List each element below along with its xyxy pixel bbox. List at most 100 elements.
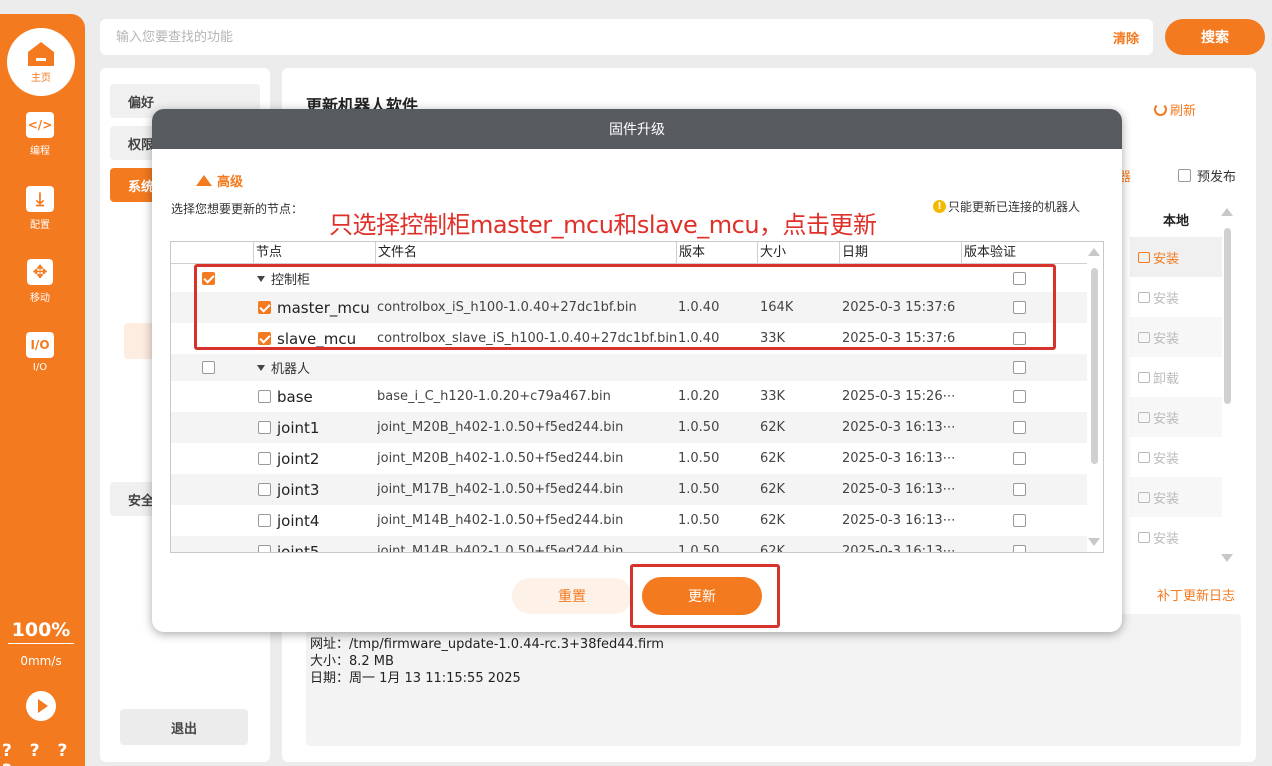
clear-button[interactable]: 清除	[1113, 28, 1139, 47]
local-action-button[interactable]: 安装	[1130, 517, 1222, 557]
firmware-info: 网址：/tmp/firmware_update-1.0.44-rc.3+38fe…	[306, 614, 1241, 746]
refresh-button[interactable]: 刷新	[1154, 100, 1196, 119]
column-verify: 版本验证	[961, 242, 1087, 264]
local-action-button[interactable]: 安装	[1130, 237, 1222, 277]
column-size: 大小	[757, 242, 839, 264]
file-name: joint_M20B_h402-1.0.50+f5ed244.bin	[377, 420, 624, 435]
install-icon	[1138, 291, 1150, 303]
verify-checkbox[interactable]	[1013, 545, 1026, 552]
scroll-up-icon[interactable]	[1221, 208, 1233, 216]
file-name: joint_M20B_h402-1.0.50+f5ed244.bin	[377, 451, 624, 466]
local-action-button[interactable]: 安装	[1130, 477, 1222, 517]
nav-item-label: I/O	[32, 362, 48, 373]
local-action-button[interactable]: 安装	[1130, 397, 1222, 437]
local-action-label: 安装	[1153, 291, 1180, 307]
verify-checkbox[interactable]	[1013, 390, 1026, 403]
speed-percent[interactable]: 100%	[8, 619, 74, 644]
table-row[interactable]: base base_i_C_h120-1.0.20+c79a467.bin 1.…	[171, 381, 1087, 412]
table-header: 节点 文件名 版本 大小 日期 版本验证	[171, 242, 1103, 264]
nav-item-label: 配置	[30, 220, 50, 231]
local-action-button[interactable]: 卸载	[1130, 357, 1222, 397]
submenu-highlight	[124, 323, 154, 359]
node-checkbox[interactable]	[258, 390, 271, 403]
home-icon	[28, 41, 54, 66]
scroll-up-icon[interactable]	[1088, 248, 1100, 256]
expand-icon[interactable]	[257, 364, 265, 371]
node-name: joint1	[277, 418, 320, 437]
advanced-toggle[interactable]: 高级	[196, 171, 243, 190]
verify-checkbox[interactable]	[1013, 361, 1026, 374]
version: 1.0.50	[678, 451, 720, 466]
node-name: joint5	[277, 542, 320, 553]
table-row[interactable]: joint5 joint_M14B_h402-1.0.50+f5ed244.bi…	[171, 536, 1087, 553]
prerelease-toggle[interactable]: 预发布	[1178, 166, 1236, 185]
local-action-button[interactable]: 安装	[1130, 277, 1222, 317]
size: 62K	[760, 451, 786, 466]
verify-checkbox[interactable]	[1013, 514, 1026, 527]
local-action-button[interactable]: 安装	[1130, 437, 1222, 477]
status-indicators[interactable]: ? ? ? ?	[2, 741, 82, 766]
verify-checkbox[interactable]	[1013, 452, 1026, 465]
scroll-down-icon[interactable]	[1221, 554, 1233, 562]
nav-item-move[interactable]: ✥ 移动	[0, 259, 80, 304]
install-icon	[1138, 491, 1150, 503]
local-action-button[interactable]: 安装	[1130, 317, 1222, 357]
prerelease-label: 预发布	[1197, 170, 1237, 185]
nav-item-programming[interactable]: </> 编程	[0, 112, 80, 157]
table-scrollbar[interactable]	[1087, 242, 1103, 552]
column-filename: 文件名	[375, 242, 676, 264]
checkbox-robot[interactable]	[202, 361, 215, 374]
node-checkbox[interactable]	[258, 421, 271, 434]
node-checkbox[interactable]	[258, 514, 271, 527]
file-name: base_i_C_h120-1.0.20+c79a467.bin	[377, 389, 611, 404]
node-checkbox[interactable]	[258, 452, 271, 465]
date: 2025-0-3 15:26⋯	[842, 389, 956, 404]
search-input[interactable]	[116, 27, 1066, 47]
nav-item-io[interactable]: I/O I/O	[0, 332, 80, 373]
version: 1.0.50	[678, 513, 720, 528]
verify-checkbox[interactable]	[1013, 483, 1026, 496]
local-action-label: 安装	[1153, 451, 1180, 467]
refresh-label: 刷新	[1170, 104, 1197, 119]
search-button[interactable]: 搜索	[1165, 19, 1265, 55]
node-name: joint3	[277, 480, 320, 499]
table-row[interactable]: joint2 joint_M20B_h402-1.0.50+f5ed244.bi…	[171, 443, 1087, 474]
scrollbar-thumb[interactable]	[1224, 228, 1231, 404]
patch-log-link[interactable]: 补丁更新日志	[1157, 585, 1235, 604]
table-row[interactable]: joint1 joint_M20B_h402-1.0.50+f5ed244.bi…	[171, 412, 1087, 443]
table-row[interactable]: joint3 joint_M17B_h402-1.0.50+f5ed244.bi…	[171, 474, 1087, 505]
nav-home[interactable]: 主页	[7, 28, 75, 96]
connected-only-notice: ! 只能更新已连接的机器人	[933, 198, 1080, 215]
refresh-icon	[1154, 103, 1167, 116]
table-row[interactable]: joint4 joint_M14B_h402-1.0.50+f5ed244.bi…	[171, 505, 1087, 536]
reset-button[interactable]: 重置	[512, 578, 632, 614]
play-button[interactable]	[26, 691, 56, 721]
info-date: 日期：周一 1月 13 11:15:55 2025	[310, 671, 521, 686]
column-date: 日期	[839, 242, 961, 264]
scrollbar-thumb[interactable]	[1091, 268, 1098, 464]
version: 1.0.50	[678, 420, 720, 435]
column-select	[171, 242, 253, 264]
install-icon	[1138, 251, 1150, 263]
select-nodes-label: 选择您想要更新的节点：	[171, 202, 304, 216]
prerelease-checkbox[interactable]	[1178, 169, 1191, 182]
warning-icon: !	[933, 200, 946, 213]
size: 62K	[760, 420, 786, 435]
node-checkbox[interactable]	[258, 545, 271, 552]
main-scrollbar[interactable]	[1220, 204, 1234, 570]
search-bar: 清除	[100, 19, 1153, 55]
nav-item-config[interactable]: ⤓ 配置	[0, 186, 80, 231]
date: 2025-0-3 16:13⋯	[842, 544, 956, 553]
verify-checkbox[interactable]	[1013, 421, 1026, 434]
triangle-up-icon	[196, 175, 212, 186]
node-checkbox[interactable]	[258, 483, 271, 496]
size: 62K	[760, 482, 786, 497]
speed-value: 0mm/s	[20, 654, 62, 668]
connected-only-label: 只能更新已连接的机器人	[948, 200, 1081, 214]
date: 2025-0-3 16:13⋯	[842, 451, 956, 466]
scroll-down-icon[interactable]	[1088, 538, 1100, 546]
logout-button[interactable]: 退出	[120, 709, 248, 745]
annotation-text: 只选择控制柜master_mcu和slave_mcu，点击更新	[329, 211, 877, 239]
group-row-robot[interactable]: 机器人	[171, 354, 1087, 381]
download-icon: ⤓	[26, 186, 54, 212]
